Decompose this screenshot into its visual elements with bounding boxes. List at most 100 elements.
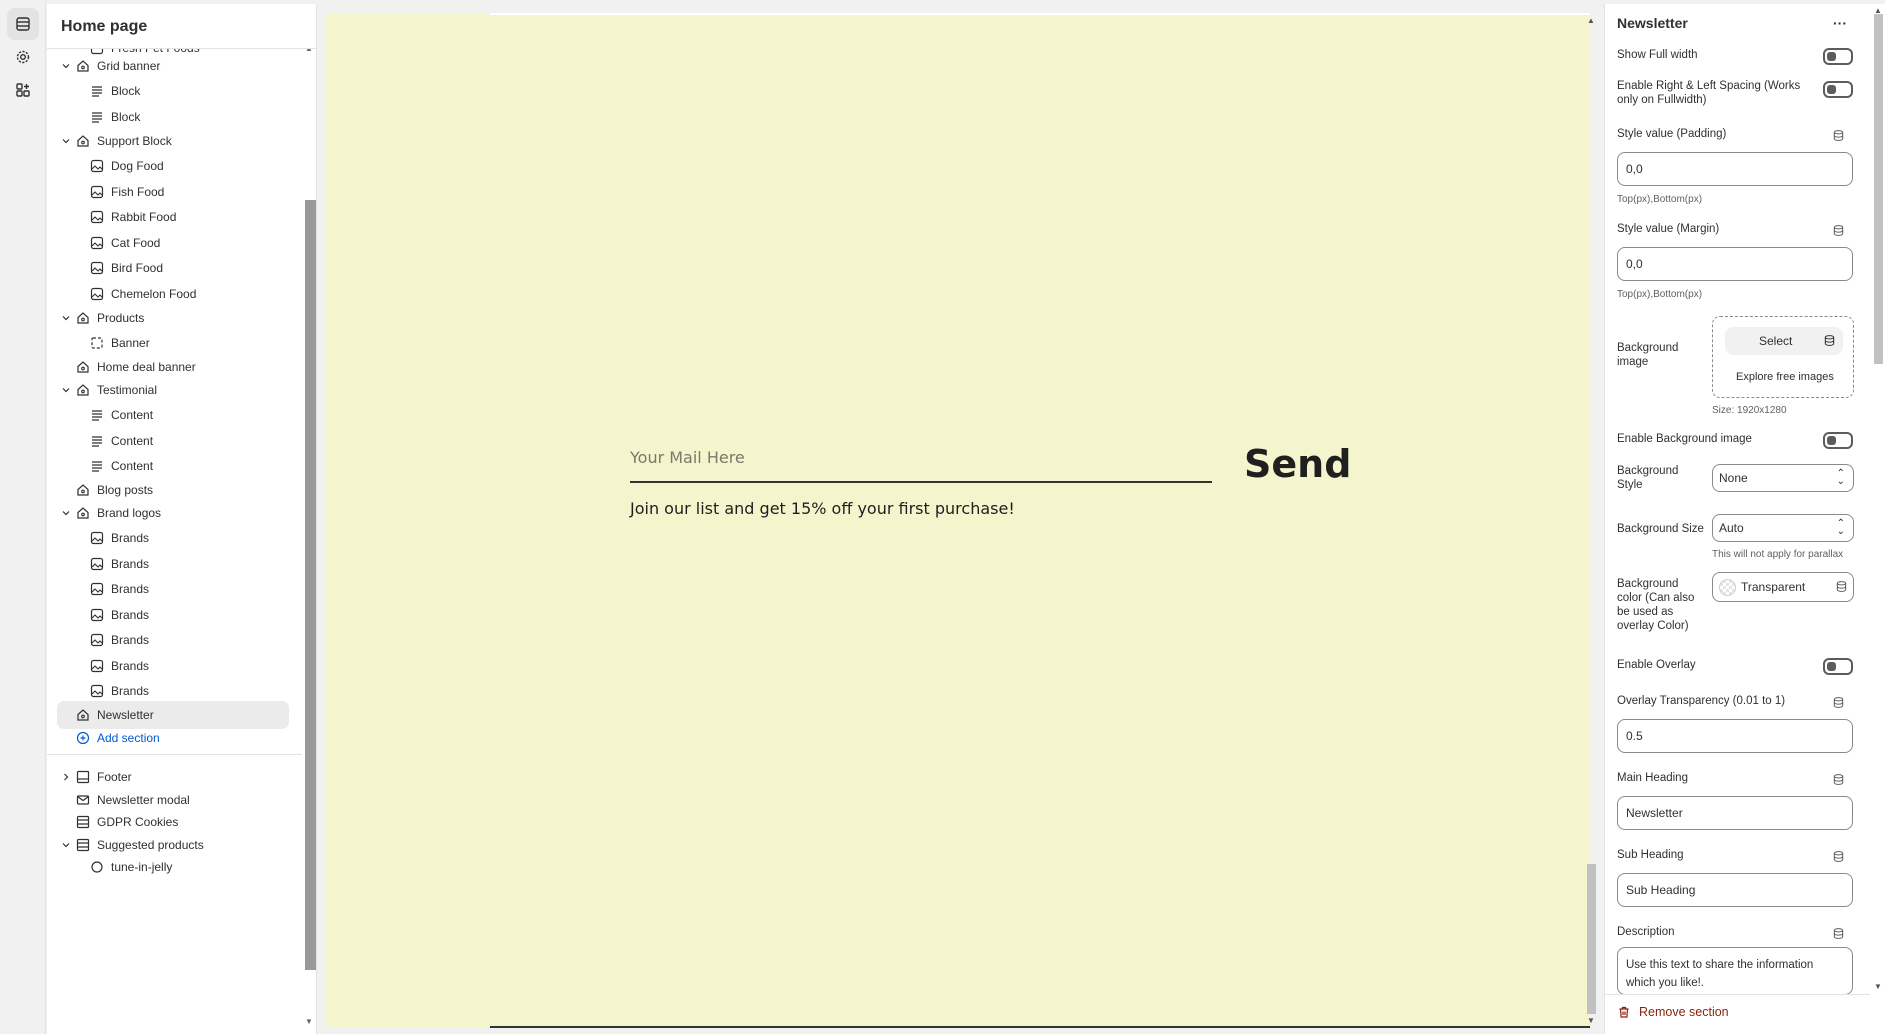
tree-block[interactable]: Brands — [71, 653, 303, 679]
preview-scroll-thumb[interactable] — [1587, 864, 1596, 1014]
sections-icon[interactable] — [7, 8, 39, 40]
chevron-down-icon[interactable] — [57, 836, 75, 854]
remove-section-button[interactable]: Remove section — [1617, 1005, 1729, 1019]
section-icon — [75, 482, 91, 498]
database-icon[interactable] — [1832, 773, 1846, 787]
overlay-transparency-input[interactable] — [1617, 719, 1853, 753]
tree-block[interactable]: Block — [71, 104, 303, 130]
tree-item-label: Brands — [111, 531, 150, 545]
database-icon[interactable] — [1832, 850, 1846, 864]
tree-block[interactable]: Block — [71, 78, 303, 104]
tree-section-testimonial[interactable]: Testimonial — [57, 377, 289, 403]
panel-scroll-thumb[interactable] — [1874, 14, 1883, 364]
tree-block[interactable]: Rabbit Food — [71, 204, 303, 230]
enable-spacing-toggle[interactable] — [1823, 81, 1853, 98]
bg-color-label: Background color (Can also be used as ov… — [1617, 578, 1695, 632]
tree-section-products[interactable]: Products — [57, 305, 289, 331]
margin-input[interactable] — [1617, 247, 1853, 281]
plus-circle-icon — [75, 730, 91, 746]
section-top-edge — [490, 13, 1590, 15]
add-section-button[interactable]: Add section — [57, 725, 289, 751]
tree-block[interactable]: Banner — [71, 330, 303, 356]
padding-input[interactable] — [1617, 152, 1853, 186]
show-full-width-toggle[interactable] — [1823, 48, 1853, 65]
tree-block[interactable]: Brands — [71, 525, 303, 551]
tree-block[interactable]: tune-in-jelly — [71, 854, 303, 880]
more-options-icon[interactable]: ··· — [1829, 12, 1851, 34]
tree-item-label: Suggested products — [97, 838, 204, 852]
chevron-down-icon[interactable] — [57, 309, 75, 327]
text-block-icon — [89, 433, 105, 449]
database-icon[interactable] — [1832, 224, 1846, 238]
chevron-down-icon[interactable] — [57, 504, 75, 522]
tree-block[interactable]: Content — [71, 428, 303, 454]
email-input[interactable] — [630, 433, 1212, 483]
tree-section-brand-logos[interactable]: Brand logos — [57, 500, 289, 526]
description-textarea[interactable]: Use this text to share the information w… — [1617, 947, 1853, 995]
bg-image-picker: Select Explore free images — [1712, 316, 1854, 398]
tree-block[interactable]: Brands — [71, 551, 303, 577]
layout-icon — [75, 837, 91, 853]
database-icon — [1835, 580, 1848, 596]
tree-block[interactable]: Brands — [71, 627, 303, 653]
tree-item-label: tune-in-jelly — [111, 860, 173, 874]
scroll-down-icon[interactable]: ▼ — [305, 1017, 313, 1026]
bg-color-value: Transparent — [1741, 580, 1806, 594]
tree-block[interactable]: Cat Food — [71, 230, 303, 256]
tree-block[interactable]: Dog Food — [71, 153, 303, 179]
gear-icon[interactable] — [7, 41, 39, 73]
bg-size-hint: This will not apply for parallax — [1712, 549, 1844, 560]
send-button[interactable]: Send — [1244, 433, 1354, 495]
bg-style-select[interactable]: None ⌃ ⌄ — [1712, 464, 1854, 492]
tree-block[interactable]: Bird Food — [71, 255, 303, 281]
scroll-down-icon[interactable]: ▼ — [1587, 1016, 1595, 1025]
enable-overlay-toggle[interactable] — [1823, 658, 1853, 675]
image-icon — [89, 607, 105, 623]
sub-heading-input[interactable] — [1617, 873, 1853, 907]
tree-section-support-block[interactable]: Support Block — [57, 128, 289, 154]
select-label: Select — [1759, 334, 1793, 348]
preview-area: Send Join our list and get 15% off your … — [318, 4, 1602, 1034]
chevron-down-icon[interactable] — [57, 132, 75, 150]
image-icon — [89, 209, 105, 225]
tree-item-label: Brand logos — [97, 506, 162, 520]
tree-item-label: Brands — [111, 633, 150, 647]
chevron-down-icon[interactable] — [57, 57, 75, 75]
tree-item-label: Content — [111, 408, 154, 422]
database-icon[interactable] — [1832, 696, 1846, 710]
tree-block[interactable]: Brands — [71, 576, 303, 602]
overlay-transparency-label: Overlay Transparency (0.01 to 1) — [1617, 695, 1786, 707]
tree-block[interactable]: Content — [71, 402, 303, 428]
tree-item-label: Block — [111, 84, 141, 98]
tree-item-label: Blog posts — [97, 483, 154, 497]
image-icon — [89, 286, 105, 302]
section-icon — [75, 310, 91, 326]
select-image-button[interactable]: Select — [1725, 327, 1843, 355]
margin-label: Style value (Margin) — [1617, 223, 1720, 235]
bg-style-label: Background Style — [1617, 465, 1679, 491]
scroll-up-icon[interactable]: ▲ — [1587, 16, 1595, 25]
description-label: Description — [1617, 926, 1675, 938]
main-heading-input[interactable] — [1617, 796, 1853, 830]
image-icon — [89, 530, 105, 546]
bg-size-select[interactable]: Auto ⌃ ⌄ — [1712, 514, 1854, 542]
tree-item-label: Brands — [111, 608, 150, 622]
chevron-down-icon[interactable] — [57, 381, 75, 399]
tree-block[interactable]: Chemelon Food — [71, 281, 303, 307]
bg-size-value: Auto — [1719, 521, 1744, 535]
database-icon[interactable] — [1832, 927, 1846, 941]
section-icon — [75, 58, 91, 74]
chevron-right-icon[interactable] — [57, 768, 75, 786]
tree-block[interactable]: Brands — [71, 602, 303, 628]
tree-section-grid-banner[interactable]: Grid banner — [57, 53, 289, 79]
tree-item-label: Brands — [111, 684, 150, 698]
scroll-down-icon[interactable]: ▼ — [1874, 982, 1882, 991]
sidebar-scroll-thumb[interactable] — [305, 200, 316, 970]
tree-block[interactable]: Content — [71, 453, 303, 479]
explore-free-images-link[interactable]: Explore free images — [1736, 371, 1834, 383]
database-icon[interactable] — [1832, 129, 1846, 143]
bg-color-picker[interactable]: Transparent — [1712, 572, 1854, 602]
tree-block[interactable]: Fish Food — [71, 179, 303, 205]
enable-bg-image-toggle[interactable] — [1823, 432, 1853, 449]
apps-icon[interactable] — [7, 74, 39, 106]
